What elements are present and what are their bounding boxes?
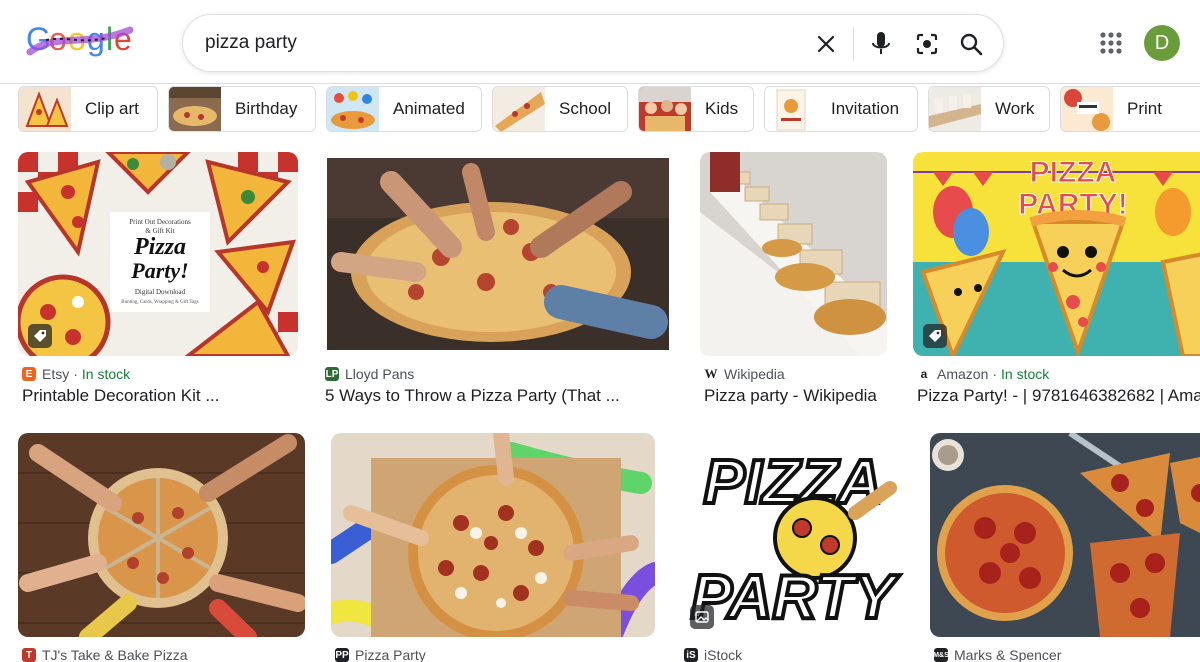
result-card[interactable]: T TJ's Take & Bake Pizza [18, 433, 308, 662]
result-card[interactable]: W Wikipedia Pizza party - Wikipedia [700, 152, 890, 412]
header: G o o g l e pizza party D [0, 0, 1200, 84]
chip-work[interactable]: Work [928, 86, 1050, 132]
pizza-party-favicon-icon: PP [335, 648, 349, 662]
image-caption: Party! [130, 258, 188, 283]
source-name: iStock [704, 647, 743, 662]
result-title[interactable]: 5 Ways to Throw a Pizza Party (That ... [325, 386, 675, 406]
chip-label: Invitation [831, 99, 900, 118]
result-image[interactable] [700, 152, 887, 356]
shopping-tag-icon [28, 324, 52, 348]
stock-status: In stock [81, 366, 131, 382]
chip-thumbnail [765, 87, 817, 131]
shopping-tag-icon [923, 324, 947, 348]
image-type-icon [690, 605, 714, 629]
lloyd-pans-favicon-icon: LP [325, 367, 339, 381]
chip-label: Kids [705, 99, 739, 118]
chip-label: Clip art [85, 99, 139, 118]
marks-spencer-favicon-icon: M&S [933, 648, 949, 662]
chip-thumbnail [327, 87, 379, 131]
image-caption: PIZZA [1030, 156, 1117, 189]
chip-label: Animated [393, 99, 465, 118]
svg-text:e: e [114, 21, 132, 57]
microphone-icon[interactable] [866, 29, 896, 59]
chip-thumbnail [169, 87, 221, 131]
source-name: Pizza Party [355, 647, 426, 662]
source-name: TJ's Take & Bake Pizza [42, 647, 188, 662]
result-image[interactable] [331, 433, 655, 637]
result-source: E Etsy · In stock [22, 366, 130, 382]
chip-invitation[interactable]: Invitation [764, 86, 918, 132]
chip-birthday[interactable]: Birthday [168, 86, 316, 132]
result-source: T TJ's Take & Bake Pizza [22, 647, 188, 662]
source-name: Lloyd Pans [345, 366, 415, 382]
source-name: Etsy [42, 366, 70, 382]
apps-grid-icon[interactable] [1096, 28, 1126, 58]
search-box[interactable]: pizza party [182, 14, 1004, 72]
account-avatar[interactable]: D [1144, 25, 1180, 61]
image-caption: PARTY [691, 563, 901, 632]
result-title[interactable]: Pizza Party! - | 9781646382682 | Amazon [917, 386, 1200, 406]
result-card[interactable]: PP Pizza Party [331, 433, 656, 662]
chip-label: Print [1127, 99, 1162, 118]
result-image[interactable] [930, 433, 1200, 637]
chip-print[interactable]: Print [1060, 86, 1200, 132]
separator-dot: · [992, 366, 998, 382]
chip-thumbnail [493, 87, 545, 131]
source-name: Amazon [937, 366, 989, 382]
etsy-favicon-icon: E [22, 367, 36, 381]
chip-school[interactable]: School [492, 86, 628, 132]
result-title[interactable]: Pizza party - Wikipedia [704, 386, 890, 406]
result-image[interactable]: PIZZA PARTY! [913, 152, 1200, 356]
chip-thumbnail [1061, 87, 1113, 131]
result-source: W Wikipedia [704, 366, 785, 382]
result-image[interactable]: Print Out Decorations & Gift Kit Pizza P… [18, 152, 298, 356]
clear-icon[interactable] [811, 29, 841, 59]
chip-label: Work [995, 99, 1035, 118]
result-source: iS iStock [684, 647, 742, 662]
chip-animated[interactable]: Animated [326, 86, 482, 132]
chip-clip-art[interactable]: Clip art [18, 86, 158, 132]
result-source: a Amazon · In stock [917, 366, 1049, 382]
image-caption: Pizza [133, 234, 186, 260]
chip-kids[interactable]: Kids [638, 86, 754, 132]
result-card[interactable]: M&S Marks & Spencer [930, 433, 1200, 662]
result-source: LP Lloyd Pans [325, 366, 414, 382]
istock-favicon-icon: iS [684, 648, 698, 662]
separator-dot: · [73, 366, 78, 382]
image-caption: Print Out Decorations [129, 218, 191, 226]
result-image[interactable] [18, 433, 305, 637]
tjs-favicon-icon: T [22, 648, 36, 662]
result-source: M&S Marks & Spencer [933, 647, 1062, 662]
chip-thumbnail [639, 87, 691, 131]
chip-thumbnail [19, 87, 71, 131]
image-caption: Digital Download [135, 288, 186, 296]
source-name: Wikipedia [724, 366, 785, 382]
chip-label: Birthday [235, 99, 298, 118]
result-source: PP Pizza Party [335, 647, 426, 662]
stock-status: In stock [1001, 366, 1050, 382]
search-icon[interactable] [956, 29, 986, 59]
lens-camera-icon[interactable] [912, 29, 942, 59]
search-divider [853, 27, 854, 61]
wikipedia-favicon-icon: W [704, 366, 718, 381]
result-card[interactable]: LP Lloyd Pans 5 Ways to Throw a Pizza Pa… [321, 152, 675, 412]
chip-thumbnail [929, 87, 981, 131]
result-card[interactable]: PIZZA PARTY! a Amazon · In stock Pizza P… [913, 152, 1200, 412]
amazon-favicon-icon: a [917, 367, 931, 381]
result-image[interactable]: PIZZA PARTY [680, 433, 906, 637]
result-card[interactable]: PIZZA PARTY iS iStock [680, 433, 908, 662]
source-name: Marks & Spencer [954, 647, 1062, 662]
image-caption: Bunting, Cards, Wrapping & Gift Tags [121, 300, 199, 305]
chip-label: School [559, 99, 611, 118]
result-image[interactable] [321, 152, 675, 356]
result-card[interactable]: Print Out Decorations & Gift Kit Pizza P… [18, 152, 308, 412]
result-title[interactable]: Printable Decoration Kit ... [22, 386, 306, 406]
filter-chips-bar: Clip art Birthday Animated School Kids I… [0, 84, 1200, 134]
google-doodle-logo[interactable]: G o o g l e [26, 18, 138, 62]
search-input[interactable]: pizza party [205, 32, 297, 54]
